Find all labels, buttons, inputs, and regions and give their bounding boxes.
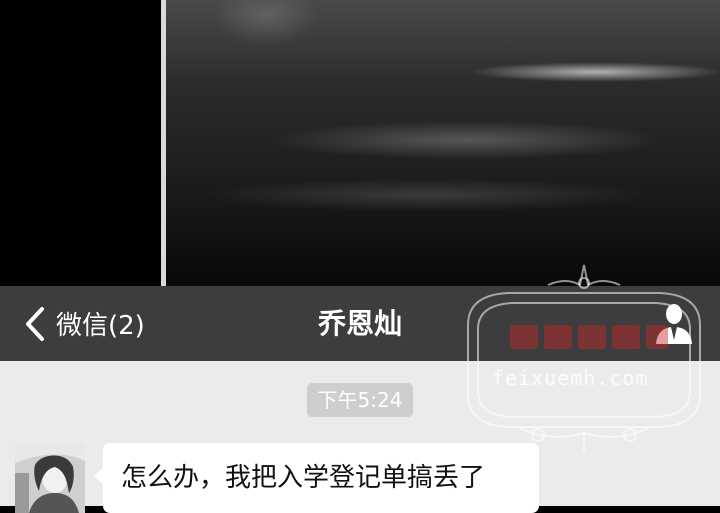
bubble-tail xyxy=(94,467,104,485)
chat-navbar: 微信(2) 乔恩灿 xyxy=(0,286,720,361)
comic-panel-left xyxy=(0,0,161,286)
comic-panel-artwork xyxy=(166,0,720,286)
message-bubble[interactable]: 怎么办，我把入学登记单搞丢了 xyxy=(94,443,539,513)
chat-title: 乔恩灿 xyxy=(317,307,402,340)
person-icon[interactable] xyxy=(652,300,696,346)
avatar-image xyxy=(15,443,85,513)
watermark-url: feixuemh.com xyxy=(492,366,649,390)
message-text: 怎么办，我把入学登记单搞丢了 xyxy=(121,463,486,493)
message-timestamp: 下午5:24 xyxy=(307,383,413,417)
avatar[interactable] xyxy=(15,443,85,513)
